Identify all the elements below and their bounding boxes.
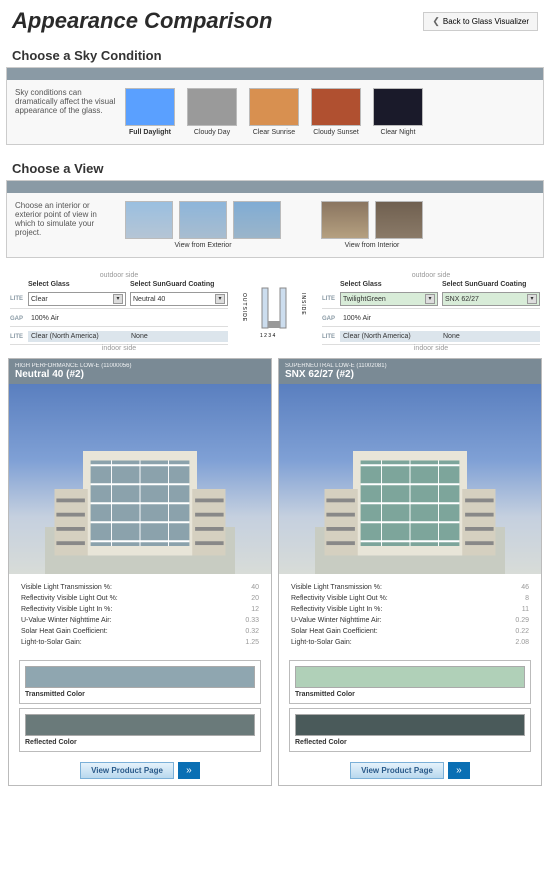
- result-header: HIGH PERFORMANCE LOW-E (11000056)Neutral…: [9, 359, 271, 384]
- sky-desc: Sky conditions can dramatically affect t…: [15, 88, 125, 136]
- view-thumb[interactable]: [375, 201, 423, 239]
- view-panel: Choose an interior or exterior point of …: [6, 180, 544, 258]
- sky-option[interactable]: Cloudy Day: [187, 88, 237, 136]
- igu-diagram: OUTSIDE INSIDE 1 2 3 4: [235, 272, 315, 354]
- sky-option[interactable]: Clear Sunrise: [249, 88, 299, 136]
- sky-thumb-icon: [125, 88, 175, 126]
- view-thumb[interactable]: [321, 201, 369, 239]
- chevron-down-icon: ▾: [527, 294, 537, 304]
- spec-row: U-Value Winter Nighttime Air:0.33: [21, 615, 259, 626]
- exterior-views: [125, 201, 281, 239]
- arrow-right-icon[interactable]: »: [178, 762, 200, 779]
- sky-thumb-icon: [187, 88, 237, 126]
- svg-text:1 2 3 4: 1 2 3 4: [260, 333, 276, 339]
- spec-row: Reflectivity Visible Light In %:12: [21, 604, 259, 615]
- transmitted-swatch: Transmitted Color: [289, 660, 531, 704]
- spec-row: Solar Heat Gain Coefficient:0.22: [291, 626, 529, 637]
- results: HIGH PERFORMANCE LOW-E (11000056)Neutral…: [0, 358, 550, 796]
- coating-select[interactable]: Neutral 40▾: [130, 292, 228, 306]
- sky-thumb-icon: [373, 88, 423, 126]
- side-label: indoor side: [10, 345, 228, 352]
- side-label: outdoor side: [322, 272, 540, 279]
- reflected-swatch: Reflected Color: [289, 708, 531, 752]
- spec-row: U-Value Winter Nighttime Air:0.29: [291, 615, 529, 626]
- glass2-value: Clear (North America): [28, 331, 128, 342]
- view-section-title: Choose a View: [0, 155, 550, 180]
- sky-section-title: Choose a Sky Condition: [0, 42, 550, 67]
- back-button[interactable]: ❮ Back to Glass Visualizer: [423, 12, 538, 31]
- glass-select[interactable]: Clear▾: [28, 292, 126, 306]
- arrow-right-icon[interactable]: »: [448, 762, 470, 779]
- sky-option[interactable]: Full Daylight: [125, 88, 175, 136]
- glass2-value: Clear (North America): [340, 331, 440, 342]
- panel-accent: [7, 68, 543, 80]
- coat2-value: None: [440, 331, 540, 342]
- chevron-down-icon: ▾: [215, 294, 225, 304]
- view-product-button[interactable]: View Product Page: [350, 762, 444, 779]
- spec-row: Reflectivity Visible Light In %:11: [291, 604, 529, 615]
- chevron-down-icon: ▾: [113, 294, 123, 304]
- gap-value: 100% Air: [28, 313, 228, 324]
- side-label: outdoor side: [10, 272, 228, 279]
- panel-accent: [7, 181, 543, 193]
- spec-row: Reflectivity Visible Light Out %:8: [291, 593, 529, 604]
- page-title: Appearance Comparison: [12, 8, 272, 34]
- specs-table: Visible Light Transmission %:40Reflectiv…: [9, 574, 271, 656]
- chevron-left-icon: ❮: [432, 16, 440, 27]
- spec-row: Visible Light Transmission %:40: [21, 582, 259, 593]
- spec-row: Light-to-Solar Gain:1.25: [21, 637, 259, 648]
- view-thumb[interactable]: [233, 201, 281, 239]
- result-header: SUPERNEUTRAL LOW-E (11002081)SNX 62/27 (…: [279, 359, 541, 384]
- building-render: [9, 384, 271, 574]
- sky-option[interactable]: Cloudy Sunset: [311, 88, 361, 136]
- reflected-swatch: Reflected Color: [19, 708, 261, 752]
- view-desc: Choose an interior or exterior point of …: [15, 201, 125, 249]
- transmitted-swatch: Transmitted Color: [19, 660, 261, 704]
- specs-table: Visible Light Transmission %:46Reflectiv…: [279, 574, 541, 656]
- chevron-down-icon: ▾: [425, 294, 435, 304]
- svg-text:INSIDE: INSIDE: [300, 293, 306, 316]
- sky-thumb-icon: [249, 88, 299, 126]
- spec-row: Light-to-Solar Gain:2.08: [291, 637, 529, 648]
- spec-row: Visible Light Transmission %:46: [291, 582, 529, 593]
- glass-select[interactable]: TwilightGreen▾: [340, 292, 438, 306]
- sky-thumb-icon: [311, 88, 361, 126]
- sky-option[interactable]: Clear Night: [373, 88, 423, 136]
- view-product-button[interactable]: View Product Page: [80, 762, 174, 779]
- side-label: indoor side: [322, 345, 540, 352]
- view-thumb[interactable]: [125, 201, 173, 239]
- config-section: outdoor side Select GlassSelect SunGuard…: [0, 268, 550, 358]
- header: Appearance Comparison ❮ Back to Glass Vi…: [0, 0, 550, 42]
- gap-value: 100% Air: [340, 313, 540, 324]
- interior-views: [321, 201, 423, 239]
- view-thumb[interactable]: [179, 201, 227, 239]
- building-render: [279, 384, 541, 574]
- svg-text:OUTSIDE: OUTSIDE: [241, 293, 247, 322]
- spec-row: Reflectivity Visible Light Out %:20: [21, 593, 259, 604]
- sky-panel: Sky conditions can dramatically affect t…: [6, 67, 544, 145]
- coat2-value: None: [128, 331, 228, 342]
- coating-select[interactable]: SNX 62/27▾: [442, 292, 540, 306]
- spec-row: Solar Heat Gain Coefficient:0.32: [21, 626, 259, 637]
